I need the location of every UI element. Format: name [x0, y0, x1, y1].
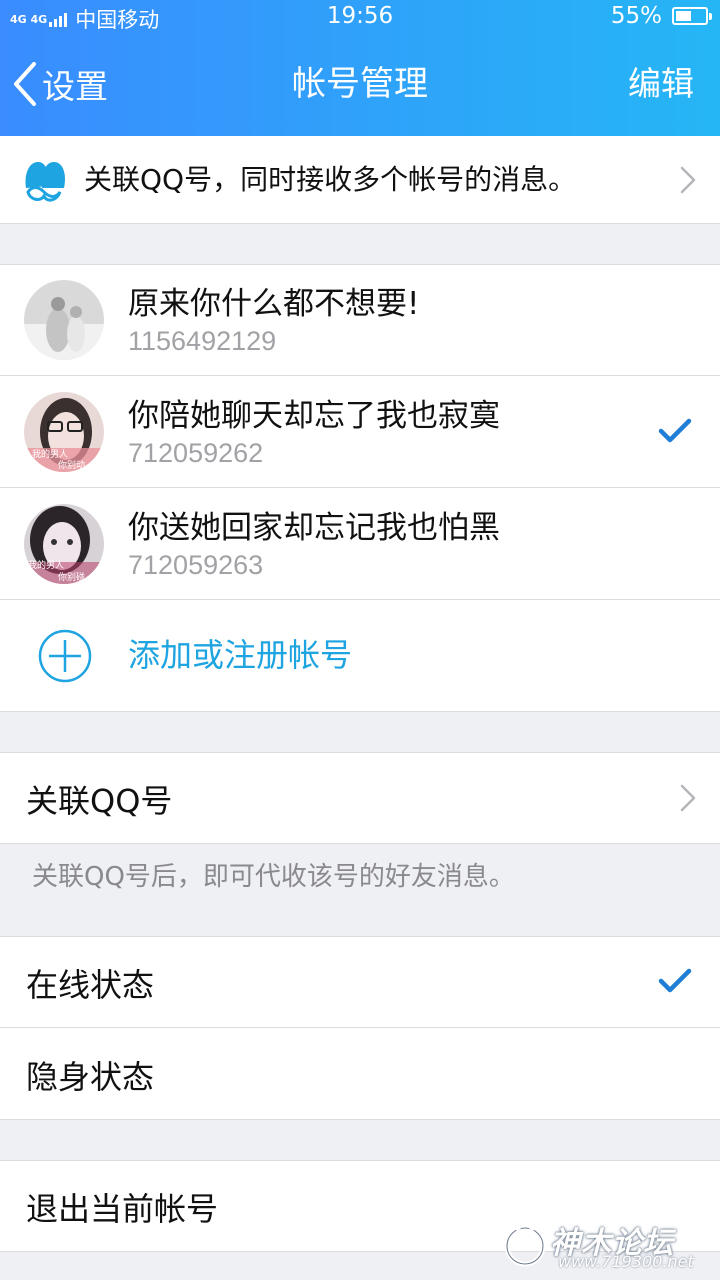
status-bar: 4G 4G 中国移动 19:56 55% — [0, 0, 720, 34]
status-right: 55% — [610, 3, 712, 29]
chevron-right-icon — [680, 784, 696, 812]
divider — [0, 1160, 720, 1161]
status-section: 在线状态 隐身状态 — [0, 936, 720, 1120]
banner-text: 关联QQ号，同时接收多个帐号的消息。 — [84, 163, 577, 196]
linked-accounts-icon — [25, 162, 65, 202]
add-account-label: 添加或注册帐号 — [128, 636, 353, 674]
account-item[interactable]: 我的男人 你别碰 你送她回家却忘记我也怕黑 712059263 — [0, 488, 720, 600]
chevron-right-icon — [680, 166, 696, 194]
online-status-option[interactable]: 在线状态 — [0, 936, 720, 1028]
checkmark-icon — [658, 968, 692, 993]
link-qq-banner[interactable]: 关联QQ号，同时接收多个帐号的消息。 — [0, 136, 720, 224]
account-item[interactable]: 我的男人 你别动 你陪她聊天却忘了我也寂寞 712059262 — [0, 376, 720, 488]
account-qq-number: 712059262 — [128, 438, 264, 468]
accounts-section: 原来你什么都不想要! 1156492129 我的男人 你别动 你陪她聊天却忘了我… — [0, 264, 720, 712]
forum-watermark: 神木论坛 www.719300.net — [502, 1218, 712, 1274]
svg-text:我的男人: 我的男人 — [32, 448, 68, 460]
battery-level — [676, 11, 691, 21]
svg-text:你别碰: 你别碰 — [58, 571, 85, 583]
account-avatar: 我的男人 你别动 — [24, 392, 104, 472]
divider — [0, 843, 720, 844]
add-account-button[interactable]: 添加或注册帐号 — [0, 600, 720, 710]
battery-icon — [672, 7, 712, 25]
svg-text:你别动: 你别动 — [58, 459, 85, 471]
account-nickname: 你陪她聊天却忘了我也寂寞 — [128, 398, 500, 434]
header: 4G 4G 中国移动 19:56 55% 设置 帐号管理 编辑 — [0, 0, 720, 136]
account-qq-number: 712059263 — [128, 550, 264, 580]
account-item[interactable]: 原来你什么都不想要! 1156492129 — [0, 264, 720, 376]
logout-label: 退出当前帐号 — [26, 1190, 219, 1228]
plus-circle-icon — [38, 629, 92, 683]
link-qq-hint: 关联QQ号后，即可代收该号的好友消息。 — [32, 862, 515, 892]
account-avatar: 我的男人 你别碰 — [24, 504, 104, 584]
divider — [0, 223, 720, 224]
edit-button[interactable]: 编辑 — [628, 60, 694, 108]
checkmark-icon — [658, 418, 692, 443]
watermark-logo-icon — [504, 1220, 546, 1267]
invisible-status-label: 隐身状态 — [26, 1058, 155, 1096]
divider — [0, 752, 720, 753]
account-nickname: 你送她回家却忘记我也怕黑 — [128, 510, 500, 546]
battery-percent: 55% — [610, 3, 662, 29]
link-qq-label: 关联QQ号 — [26, 782, 173, 820]
link-qq-row[interactable]: 关联QQ号 — [0, 752, 720, 844]
account-nickname: 原来你什么都不想要! — [128, 286, 420, 322]
account-qq-number: 1156492129 — [128, 326, 277, 356]
online-status-label: 在线状态 — [26, 966, 155, 1004]
invisible-status-option[interactable]: 隐身状态 — [0, 1028, 720, 1120]
divider — [0, 711, 720, 712]
account-avatar — [24, 280, 104, 360]
svg-text:我的男人: 我的男人 — [28, 559, 64, 571]
page-title: 帐号管理 — [292, 64, 428, 104]
divider — [0, 1119, 720, 1120]
watermark-url: www.719300.net — [558, 1252, 694, 1271]
